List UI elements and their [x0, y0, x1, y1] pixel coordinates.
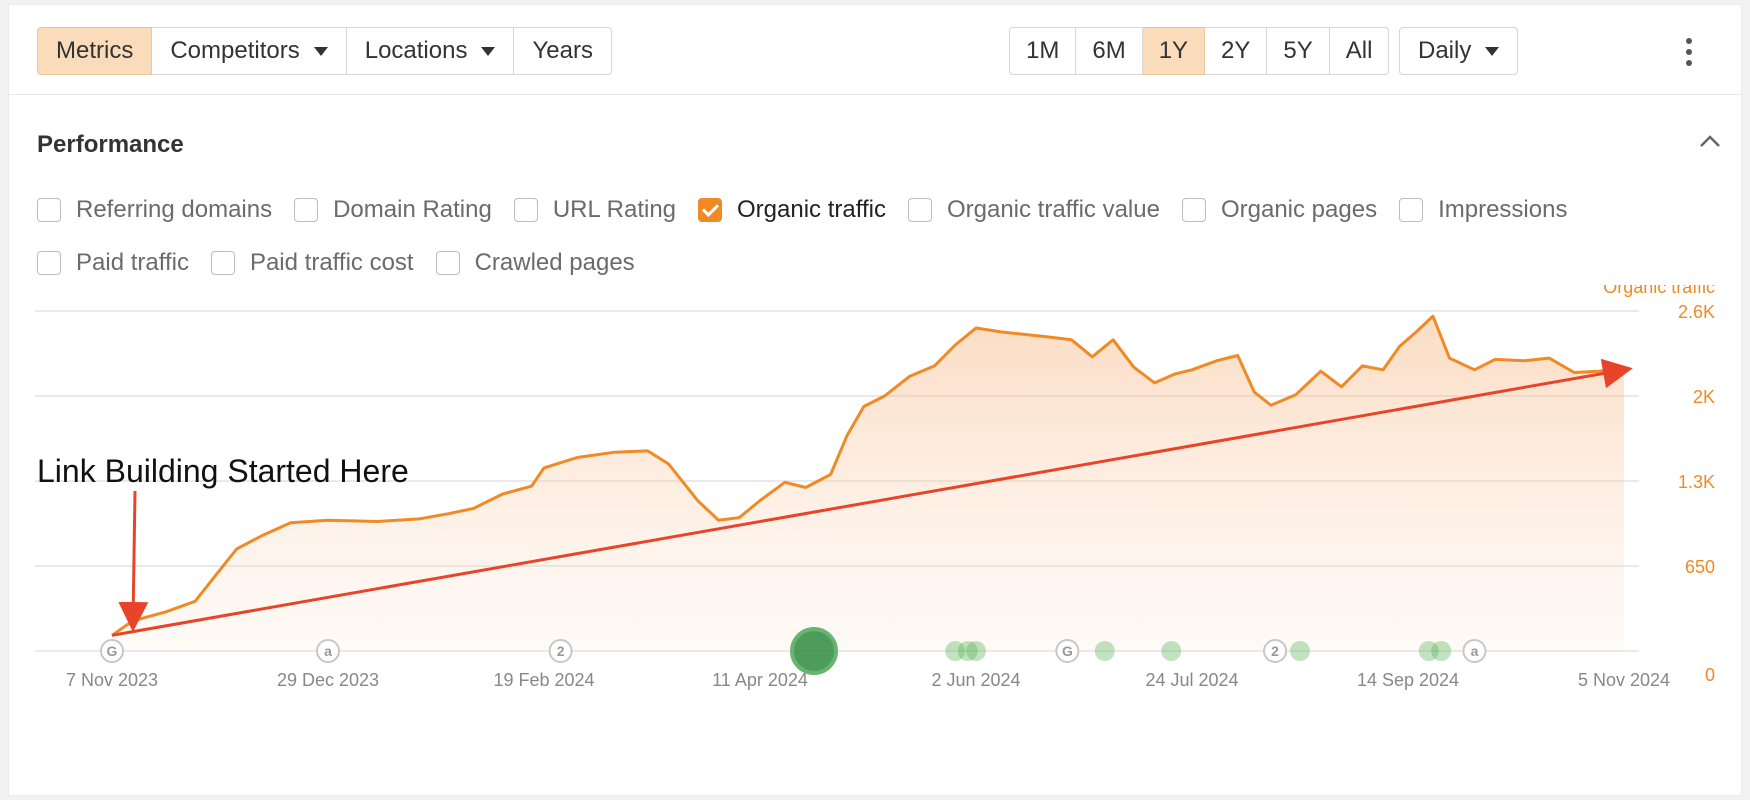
- event-bubble: [1161, 641, 1182, 661]
- granularity-dropdown[interactable]: Daily: [1399, 27, 1519, 75]
- checkbox-unchecked-icon: [435, 251, 460, 275]
- y-tick-label: 650: [1685, 557, 1715, 577]
- range-1y[interactable]: 1Y: [1142, 27, 1206, 75]
- checkbox-url-rating[interactable]: URL Rating: [513, 196, 677, 224]
- event-bubble: [966, 641, 986, 661]
- performance-panel: Metrics Competitors Locations Years 1M 6M 1Y 2…: [8, 4, 1742, 796]
- checkbox-checked-icon: [698, 198, 723, 222]
- event-bubble-large: [790, 627, 838, 675]
- chevron-down-icon: [313, 46, 328, 56]
- x-tick-label: 24 Jul 2024: [1145, 670, 1238, 690]
- checkbox-impressions[interactable]: Impressions: [1399, 196, 1567, 224]
- x-tick-label: 19 Feb 2024: [493, 670, 594, 690]
- checkbox-label: Referring domains: [76, 196, 273, 223]
- tab-label: Metrics: [56, 37, 134, 64]
- checkbox-unchecked-icon: [513, 198, 538, 222]
- x-tick-label: 7 Nov 2023: [66, 670, 158, 690]
- checkbox-label: Organic pages: [1220, 196, 1378, 223]
- event-label: G: [1062, 643, 1073, 659]
- organic-traffic-chart: 0 650 1.3K 2K 2.6K Organic traffic 7 Nov 2023 2…: [35, 285, 1715, 690]
- checkbox-label: Organic traffic value: [946, 196, 1160, 223]
- event-label: G: [107, 643, 118, 659]
- checkbox-label: URL Rating: [552, 196, 677, 223]
- toolbar: Metrics Competitors Locations Years 1M 6M 1Y 2…: [9, 5, 1741, 95]
- chevron-down-icon: [481, 46, 496, 56]
- annotation-arrow: [118, 490, 149, 632]
- tab-label: Locations: [364, 37, 468, 64]
- tab-years[interactable]: Years: [514, 27, 612, 75]
- series-label: Organic traffic: [1603, 285, 1715, 297]
- event-bubble: [1290, 641, 1310, 661]
- checkbox-label: Crawled pages: [474, 249, 635, 276]
- view-tabs: Metrics Competitors Locations Years: [37, 27, 612, 75]
- chevron-down-icon: [1485, 46, 1500, 56]
- chevron-up-icon[interactable]: [1695, 127, 1725, 157]
- checkbox-referring-domains[interactable]: Referring domains: [37, 196, 272, 224]
- x-tick-label: 29 Dec 2023: [277, 670, 379, 690]
- checkbox-label: Impressions: [1438, 196, 1568, 223]
- checkbox-label: Paid traffic: [76, 249, 189, 276]
- checkbox-organic-traffic[interactable]: Organic traffic: [698, 196, 886, 224]
- tab-locations[interactable]: Locations: [346, 27, 515, 75]
- tab-competitors[interactable]: Competitors: [152, 27, 347, 75]
- y-tick-label: 2K: [1693, 387, 1715, 407]
- event-label: a: [324, 643, 332, 659]
- x-tick-label: 5 Nov 2024: [1578, 670, 1670, 690]
- checkbox-label: Organic traffic: [737, 196, 886, 223]
- x-tick-label: 11 Apr 2024: [712, 670, 808, 690]
- event-label: a: [1471, 643, 1479, 659]
- checkbox-unchecked-icon: [210, 251, 235, 275]
- y-tick-label: 0: [1705, 665, 1715, 685]
- tab-label: Competitors: [170, 37, 300, 64]
- range-6m[interactable]: 6M: [1076, 27, 1143, 75]
- event-bubble: [1094, 641, 1115, 661]
- x-tick-label: 14 Sep 2024: [1357, 670, 1459, 690]
- kebab-menu-icon[interactable]: [1679, 35, 1699, 69]
- event-bubble: [1431, 641, 1452, 661]
- checkbox-crawled-pages[interactable]: Crawled pages: [435, 249, 635, 277]
- checkbox-organic-pages[interactable]: Organic pages: [1181, 196, 1378, 224]
- range-1m[interactable]: 1M: [1009, 27, 1077, 75]
- checkbox-label: Domain Rating: [333, 196, 492, 223]
- tab-metrics[interactable]: Metrics: [37, 27, 153, 75]
- range-tabs: 1M 6M 1Y 2Y 5Y All: [1009, 27, 1390, 75]
- checkbox-paid-traffic[interactable]: Paid traffic: [37, 249, 189, 277]
- checkbox-domain-rating[interactable]: Domain Rating: [294, 196, 492, 224]
- checkbox-organic-traffic-value[interactable]: Organic traffic value: [907, 196, 1160, 224]
- checkbox-unchecked-icon: [907, 198, 932, 222]
- checkbox-unchecked-icon: [294, 198, 319, 222]
- y-tick-label: 2.6K: [1678, 302, 1715, 322]
- event-label: 2: [1271, 643, 1279, 659]
- checkbox-label: Paid traffic cost: [249, 249, 414, 276]
- checkbox-unchecked-icon: [37, 198, 61, 222]
- checkbox-unchecked-icon: [1399, 198, 1424, 222]
- checkbox-paid-traffic-cost[interactable]: Paid traffic cost: [210, 249, 414, 277]
- event-label: 2: [557, 643, 565, 659]
- range-5y[interactable]: 5Y: [1267, 27, 1330, 75]
- checkbox-unchecked-icon: [1181, 198, 1206, 222]
- section-title: Performance: [37, 131, 184, 158]
- y-tick-label: 1.3K: [1678, 472, 1715, 492]
- tab-label: Years: [532, 37, 593, 64]
- granularity-label: Daily: [1418, 37, 1472, 64]
- annotation-text: Link Building Started Here: [37, 453, 409, 489]
- x-tick-label: 2 Jun 2024: [931, 670, 1020, 690]
- checkbox-unchecked-icon: [37, 251, 61, 275]
- range-2y[interactable]: 2Y: [1205, 27, 1268, 75]
- range-all[interactable]: All: [1329, 27, 1390, 75]
